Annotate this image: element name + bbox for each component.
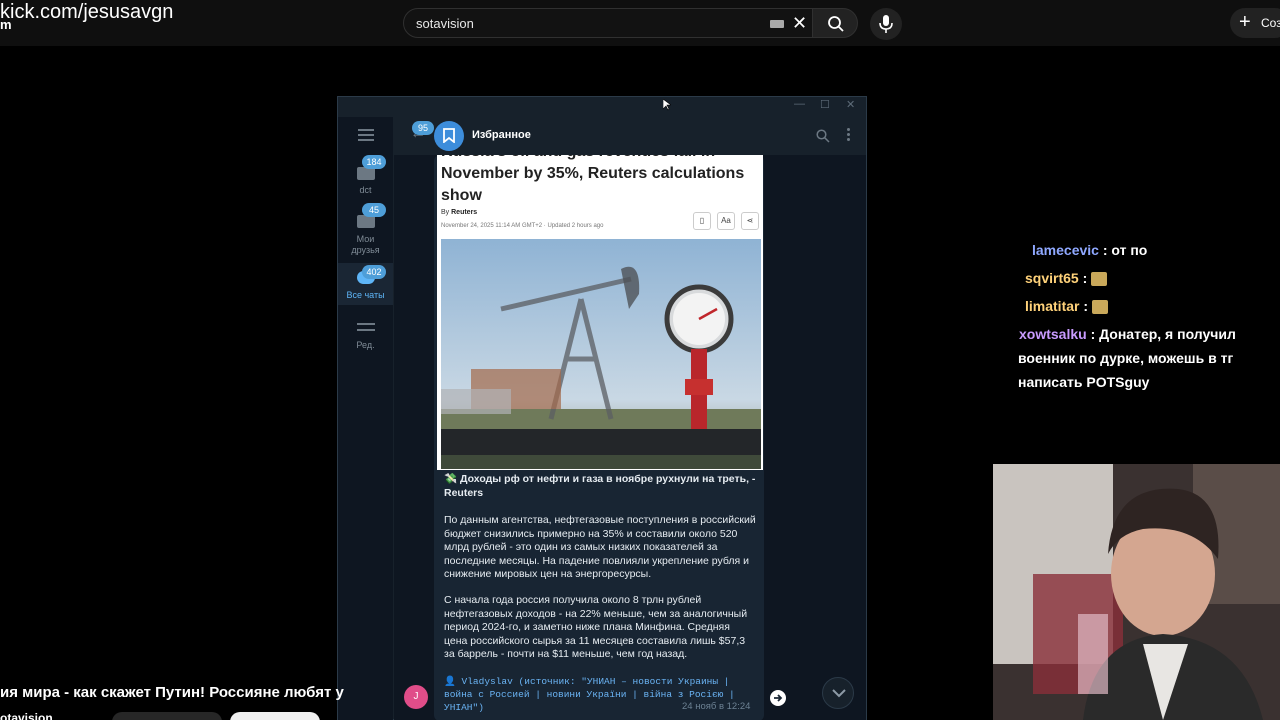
search-button[interactable] — [812, 8, 858, 38]
saved-messages-avatar[interactable] — [434, 121, 464, 151]
chat-message: sqvirt65 : — [1025, 270, 1108, 287]
telegram-window: — ☐ ✕ 184 dct 45 Мои друзья 402 Все чаты… — [337, 96, 867, 720]
clear-search-icon[interactable]: ✕ — [792, 13, 807, 34]
folder-label: Ред. — [356, 340, 375, 350]
create-label: Соз — [1261, 16, 1280, 30]
chevron-down-icon — [832, 689, 846, 698]
article-headline: Russia's oil and gas revenues fall in No… — [441, 155, 745, 204]
menu-icon[interactable] — [358, 129, 374, 144]
folder-label: Все чаты — [346, 290, 385, 300]
keyboard-icon[interactable] — [770, 20, 784, 28]
chat-message-continued: военник по дурке, можешь в тг — [1018, 350, 1234, 366]
chat-title[interactable]: Избранное — [472, 129, 531, 141]
bookmark-icon — [443, 128, 455, 143]
search-value: sotavision — [416, 16, 474, 31]
message-title: 💸 Доходы рф от нефти и газа в ноябре рух… — [444, 473, 756, 499]
folder-all-chats[interactable]: 402 Все чаты — [338, 263, 393, 305]
folder-label: Мои друзья — [351, 234, 380, 255]
chat-header: ← 95 Избранное — [394, 117, 866, 155]
stream-url-suffix: m — [0, 17, 12, 32]
webcam-feed — [993, 464, 1280, 720]
folder-sidebar: 184 dct 45 Мои друзья 402 Все чаты Ред. — [338, 117, 393, 720]
unread-badge: 45 — [362, 203, 386, 217]
scroll-down-button[interactable] — [822, 677, 854, 709]
microphone-icon — [879, 15, 893, 33]
message-bubble[interactable]: Russia's oil and gas revenues fall in No… — [434, 155, 764, 720]
unread-badge: 184 — [362, 155, 386, 169]
share-icon: ⋖ — [741, 212, 759, 230]
oil-pump-photo — [441, 239, 761, 469]
search-icon — [828, 16, 844, 32]
folder-dct[interactable]: 184 dct — [338, 155, 393, 199]
mouse-cursor-icon — [663, 99, 671, 111]
channel-name[interactable]: otavision — [0, 711, 53, 720]
maximize-icon[interactable]: ☐ — [820, 98, 830, 111]
emote-icon — [1091, 300, 1108, 315]
search-input[interactable]: sotavision ✕ — [403, 8, 813, 38]
message-paragraph-2: С начала года россия получила около 8 тр… — [444, 594, 748, 660]
minimize-icon[interactable]: — — [794, 98, 805, 110]
chat-message: lamecevic : от по — [1032, 242, 1148, 258]
emote-icon — [1091, 272, 1108, 287]
article-date: November 24, 2025 11:14 AM GMT+2 · Updat… — [441, 223, 604, 229]
unread-badge: 402 — [362, 265, 386, 279]
chat-message: limatitar : — [1025, 298, 1108, 315]
folder-label: dct — [359, 185, 372, 195]
article-byline: By Reuters — [441, 209, 478, 216]
more-options-icon[interactable] — [847, 128, 851, 143]
close-icon[interactable]: ✕ — [846, 98, 855, 111]
stream-url-overlay: kick.com/jesusavgn — [0, 1, 174, 23]
search-icon[interactable] — [816, 129, 830, 143]
top-bar: kick.com/jesusavgn m sotavision ✕ + Соз — [0, 0, 1280, 46]
create-button[interactable]: + Соз — [1230, 8, 1280, 38]
chat-message-continued: написать POTSguy — [1018, 374, 1150, 390]
voice-search-button[interactable] — [870, 8, 902, 40]
window-titlebar[interactable]: — ☐ ✕ — [338, 97, 866, 117]
folder-my-friends[interactable]: 45 Мои друзья — [338, 203, 393, 257]
video-title[interactable]: ия мира - как скажет Путин! Россияне люб… — [0, 684, 344, 701]
action-button[interactable] — [112, 712, 222, 720]
subscribe-button[interactable] — [230, 712, 320, 720]
font-size-icon: Aa — [717, 212, 735, 230]
edit-folders-icon — [357, 323, 375, 335]
plus-icon: + — [1239, 11, 1251, 33]
reply-icon[interactable] — [769, 689, 787, 707]
folder-edit[interactable]: Ред. — [338, 317, 393, 351]
article-screenshot: Russia's oil and gas revenues fall in No… — [437, 155, 763, 470]
message-area[interactable]: Russia's oil and gas revenues fall in No… — [394, 155, 866, 720]
chat-message: xowtsalku : Донатер, я получил — [1019, 326, 1236, 342]
unread-badge: 95 — [412, 121, 434, 135]
bookmark-icon: ▯ — [693, 212, 711, 230]
message-timestamp: 24 нояб в 12:24 — [682, 701, 751, 712]
message-paragraph-1: По данным агентства, нефтегазовые поступ… — [444, 514, 756, 580]
sender-avatar[interactable]: J — [404, 685, 428, 709]
